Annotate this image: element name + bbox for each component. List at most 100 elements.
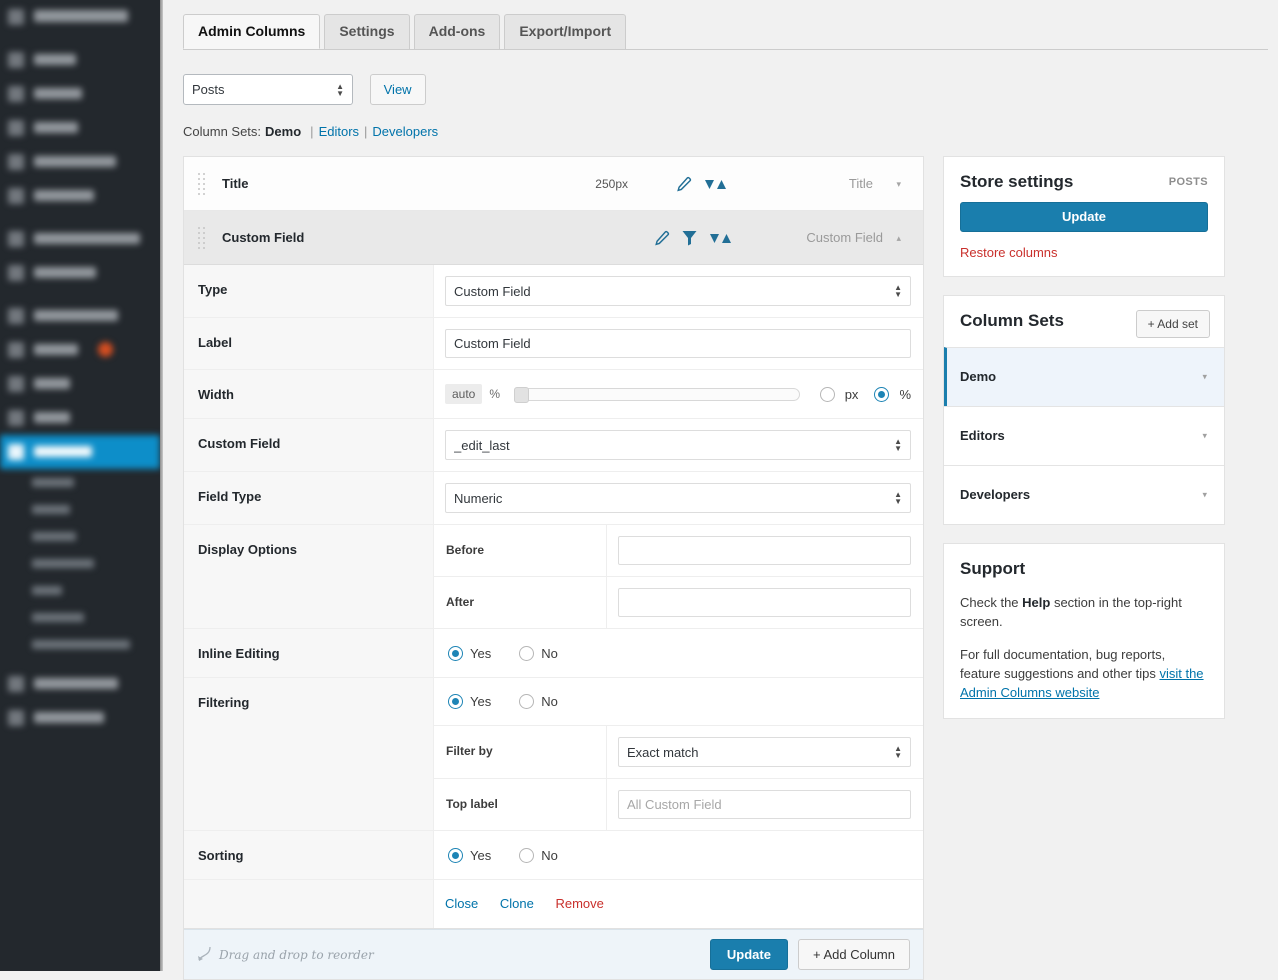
column-icon-group [653,211,733,265]
remove-link[interactable]: Remove [555,896,603,911]
inline-editing-no-radio[interactable] [519,646,534,661]
chevron-down-icon[interactable]: ▾ [1202,490,1207,501]
sidebar-subitem[interactable] [0,523,160,550]
column-set-link-editors[interactable]: Editors [319,124,359,139]
tab-add-ons[interactable]: Add-ons [414,14,501,49]
panel-update-button[interactable]: Update [710,939,788,970]
filtering-yes-radio[interactable] [448,694,463,709]
store-settings-badge: POSTS [1169,176,1208,188]
sidebar-subitem[interactable] [0,550,160,577]
filtering-no-radio[interactable] [519,694,534,709]
sidebar-item[interactable] [0,701,160,735]
custom-field-select[interactable]: _edit_last [445,430,911,460]
sidebar-subitem[interactable] [0,469,160,496]
sidebar-subitem[interactable] [0,496,160,523]
sidebar-item[interactable] [0,111,160,145]
display-after-input[interactable] [618,588,911,617]
display-before-input[interactable] [618,536,911,565]
sidebar-subitem[interactable] [0,577,160,604]
sort-arrows-icon[interactable] [704,178,728,191]
clone-link[interactable]: Clone [500,896,534,911]
sidebar-item[interactable] [0,667,160,701]
help-emphasis: Help [1022,595,1050,610]
sort-arrows-icon[interactable] [709,232,733,245]
tab-admin-columns[interactable]: Admin Columns [183,14,320,49]
close-link[interactable]: Close [445,896,478,911]
chevron-down-icon[interactable]: ▾ [896,157,901,211]
display-option-before-row: Before [434,525,923,577]
post-type-select[interactable]: Posts [183,74,353,105]
setting-label: Sorting [184,831,434,879]
setting-row-actions: Close Clone Remove [184,880,923,929]
dashboard-icon [8,9,24,25]
chevron-up-icon[interactable]: ▴ [896,211,901,265]
drag-handle-icon[interactable] [198,173,207,195]
support-header: Support [944,544,1224,589]
setting-field: Custom Field ▲▼ [434,265,923,317]
sidebar-item[interactable] [0,299,160,333]
sidebar-item-settings[interactable] [0,435,160,469]
woocommerce-icon [8,231,24,247]
edit-pencil-icon[interactable] [675,176,692,193]
setting-label: Display Options [184,525,434,628]
column-name: Title [222,157,249,211]
sidebar-item[interactable] [0,43,160,77]
chevron-down-icon[interactable]: ▾ [1202,431,1207,442]
column-set-item-developers[interactable]: Developers ▾ [944,465,1224,524]
users-icon [8,376,24,392]
column-set-link-developers[interactable]: Developers [372,124,438,139]
view-button[interactable]: View [370,74,426,105]
setting-label-empty [184,880,434,928]
setting-label: Label [184,318,434,369]
edit-pencil-icon[interactable] [653,230,670,247]
sidebar-item[interactable] [0,145,160,179]
column-set-name: Demo [960,369,996,384]
right-sidebar: Store settings POSTS Update Restore colu… [943,156,1225,737]
column-set-item-editors[interactable]: Editors ▾ [944,406,1224,465]
width-slider-knob[interactable] [514,387,529,403]
sidebar-subitem[interactable] [0,604,160,631]
top-label-row: Top label [434,779,923,830]
filter-by-select[interactable]: Exact match [618,737,911,767]
plugin-update-badge [98,342,113,357]
sidebar-item[interactable] [0,77,160,111]
store-update-button[interactable]: Update [960,202,1208,232]
sidebar-item[interactable] [0,367,160,401]
tab-bar: Admin Columns Settings Add-ons Export/Im… [183,14,1268,50]
column-row-custom-field[interactable]: Custom Field Custom Field ▴ [184,211,923,265]
inline-editing-yes-radio[interactable] [448,646,463,661]
setting-field: Yes No [434,629,923,677]
field-type-select[interactable]: Numeric [445,483,911,513]
sub-label: After [434,577,607,628]
chevron-down-icon[interactable]: ▾ [1202,372,1207,383]
width-slider[interactable] [514,388,800,401]
sidebar-subitem[interactable] [0,631,160,658]
restore-columns-link[interactable]: Restore columns [960,245,1058,260]
label-input[interactable] [445,329,911,358]
add-column-button[interactable]: + Add Column [798,939,910,970]
tab-export-import[interactable]: Export/Import [504,14,626,49]
store-settings-card: Store settings POSTS Update Restore colu… [943,156,1225,277]
column-set-item-demo[interactable]: Demo ▾ [944,347,1224,406]
top-label-input[interactable] [618,790,911,819]
sidebar-item[interactable] [0,0,160,34]
width-unit-px-radio[interactable] [820,387,835,402]
sidebar-item[interactable] [0,179,160,213]
column-row-title[interactable]: Title 250px Title ▾ [184,157,923,211]
filter-funnel-icon[interactable] [682,230,697,246]
sorting-yes-radio[interactable] [448,848,463,863]
sidebar-item[interactable] [0,222,160,256]
sidebar-item[interactable] [0,256,160,290]
setting-row-filtering: Filtering Yes No Filter by Exact m [184,678,923,831]
type-select[interactable]: Custom Field [445,276,911,306]
sidebar-item[interactable] [0,333,160,367]
support-card: Support Check the Help section in the to… [943,543,1225,719]
admin-sidebar[interactable] [0,0,160,971]
add-set-button[interactable]: + Add set [1136,310,1210,338]
sorting-no-radio[interactable] [519,848,534,863]
tab-settings[interactable]: Settings [324,14,409,49]
setting-row-display-options: Display Options Before After [184,525,923,629]
drag-handle-icon[interactable] [198,227,207,249]
width-unit-percent-radio[interactable] [874,387,889,402]
sidebar-item[interactable] [0,401,160,435]
